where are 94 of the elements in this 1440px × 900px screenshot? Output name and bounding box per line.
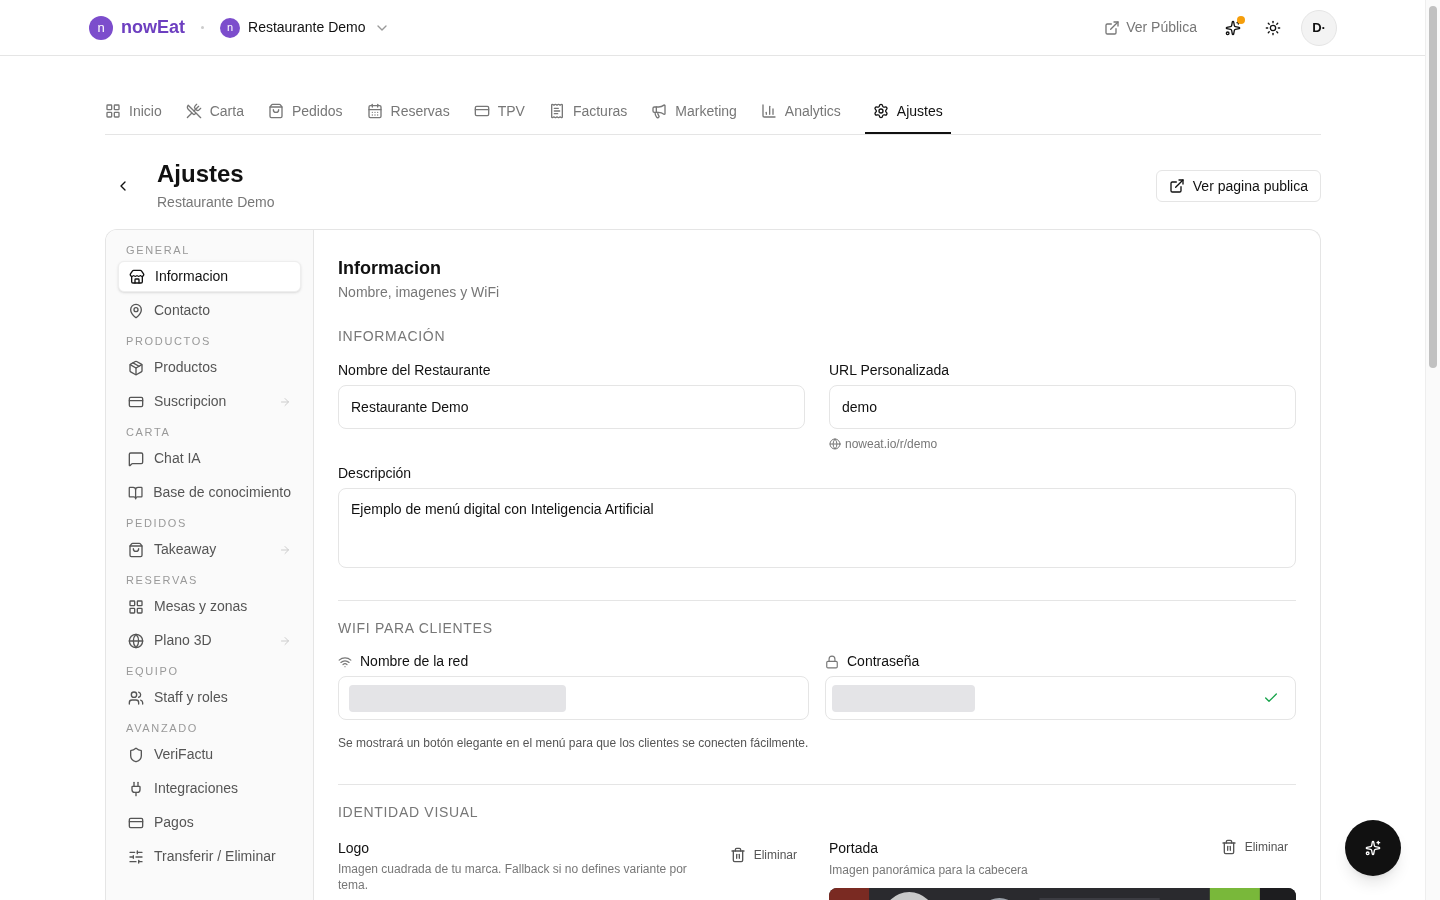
cover-title: Portada [829, 839, 880, 858]
section-heading: IDENTIDAD VISUAL [338, 803, 480, 822]
field-label: URL Personalizada [829, 362, 950, 378]
view-public-page-button[interactable]: Ver pagina publica [1155, 170, 1321, 202]
nav-tab[interactable]: Facturas [548, 90, 628, 134]
sidebar-item[interactable]: Contacto [118, 295, 301, 326]
nav-tab[interactable]: Analytics [760, 90, 841, 134]
chat-icon [128, 450, 144, 467]
sidebar-item[interactable]: Base de conocimiento [118, 477, 301, 508]
sidebar-item[interactable]: Chat IA [118, 443, 301, 474]
nav-tab[interactable]: Marketing [651, 90, 737, 134]
external-link-icon [1104, 19, 1121, 36]
sidebar-item[interactable]: Transferir / Eliminar [118, 841, 301, 872]
field-label: Nombre de la red [360, 652, 469, 671]
sliders-icon [128, 848, 144, 865]
grid-icon [105, 103, 121, 119]
map-pin-icon [128, 302, 144, 319]
sidebar-heading: PEDIDOS [125, 516, 189, 529]
megaphone-icon [651, 103, 668, 119]
sidebar-item[interactable]: Suscripcion [118, 386, 301, 417]
sidebar-item[interactable]: Takeaway [118, 534, 301, 565]
user-avatar[interactable]: D· [1301, 9, 1337, 46]
nav-tab[interactable]: Pedidos [267, 90, 343, 134]
receipt-icon [548, 103, 565, 119]
sidebar-item[interactable]: Mesas y zonas [118, 591, 301, 622]
panel-subtitle: Nombre, imagenes y WiFi [338, 283, 501, 302]
book-icon [128, 484, 144, 501]
nav-tab[interactable]: Inicio [105, 90, 162, 134]
cover-description: Imagen panorámica para la cabecera [829, 862, 1029, 879]
plug-icon [128, 780, 144, 797]
network-name-field[interactable] [338, 676, 809, 720]
users-icon [128, 689, 144, 706]
field-label: Descripción [338, 464, 413, 483]
sidebar-heading: CARTA [125, 425, 172, 438]
box-icon [128, 359, 144, 376]
globe-icon [829, 438, 841, 450]
sidebar-heading: RESERVAS [125, 573, 200, 586]
nav-tab[interactable]: Ajustes [864, 90, 951, 134]
sidebar-heading: AVANZADO [125, 721, 200, 734]
card-icon [473, 103, 490, 119]
sidebar-item[interactable]: Integraciones [118, 773, 301, 804]
lock-icon [825, 654, 839, 669]
wifi-icon [338, 654, 352, 669]
sidebar-item[interactable]: Pagos [118, 807, 301, 838]
sidebar-item[interactable]: Productos [118, 352, 301, 383]
brand-name[interactable]: nowEat [121, 14, 185, 41]
description-field[interactable]: Ejemplo de menú digital con Inteligencia Artificial [338, 488, 1296, 568]
sidebar-heading: PRODUCTOS [125, 334, 212, 347]
url-field[interactable]: demo [829, 385, 1296, 429]
nav-tab[interactable]: Carta [185, 90, 244, 134]
trash-icon [729, 847, 746, 863]
gear-icon [872, 103, 889, 119]
ai-assistant-button[interactable] [1345, 820, 1401, 876]
logo-title: Logo [338, 839, 371, 858]
external-link-icon [1168, 178, 1185, 194]
store-icon [129, 268, 145, 285]
logo-description: Imagen cuadrada de tu marca. Fallback si no defines variante por tema. [338, 861, 688, 893]
bag-icon [267, 103, 284, 119]
grid-icon [128, 598, 144, 615]
section-heading: WIFI PARA CLIENTES [338, 619, 494, 638]
page-title: Ajustes [157, 159, 245, 188]
restaurant-name-field[interactable]: Restaurante Demo [338, 385, 805, 429]
globe-icon [128, 632, 144, 649]
bar-chart-icon [760, 103, 777, 119]
sidebar-heading: EQUIPO [125, 664, 180, 677]
sparkles-icon [1365, 840, 1381, 856]
field-label: Nombre del Restaurante [338, 362, 491, 378]
section-heading: INFORMACIÓN [338, 327, 447, 346]
sidebar-heading: GENERAL [125, 243, 192, 256]
panel-title: Informacion [338, 257, 442, 280]
sidebar-item[interactable]: VeriFactu [118, 739, 301, 770]
sparkles-icon [1225, 19, 1241, 36]
trash-icon [1220, 839, 1237, 855]
sidebar-item[interactable]: Informacion [118, 261, 301, 292]
sidebar-item[interactable]: Staff y roles [118, 682, 301, 713]
nav-tab[interactable]: TPV [473, 90, 525, 134]
utensils-icon [185, 103, 202, 119]
wifi-hint: Se mostrará un botón elegante en el menú para que los clientes se conecten fácilmente. [338, 735, 810, 752]
sidebar-item[interactable]: Plano 3D [118, 625, 301, 656]
scrollbar[interactable] [1425, 0, 1440, 900]
brand-logo-icon: n [89, 15, 113, 40]
sun-icon [1265, 19, 1281, 36]
calendar-icon [366, 103, 383, 119]
url-hint: noweat.io/r/demo [845, 436, 938, 453]
public-link[interactable]: Ver Pública [1104, 17, 1197, 38]
shield-icon [128, 746, 144, 763]
field-label: Contraseña [847, 652, 920, 671]
bag-icon [128, 541, 144, 558]
restaurant-switcher[interactable]: n Restaurante Demo [220, 17, 390, 38]
password-field[interactable] [825, 676, 1296, 720]
nav-tab[interactable]: Reservas [366, 90, 450, 134]
remove-cover-button[interactable]: Eliminar [1212, 838, 1296, 856]
page-subtitle: Restaurante Demo [157, 192, 275, 212]
remove-logo-button[interactable]: Eliminar [721, 846, 805, 864]
